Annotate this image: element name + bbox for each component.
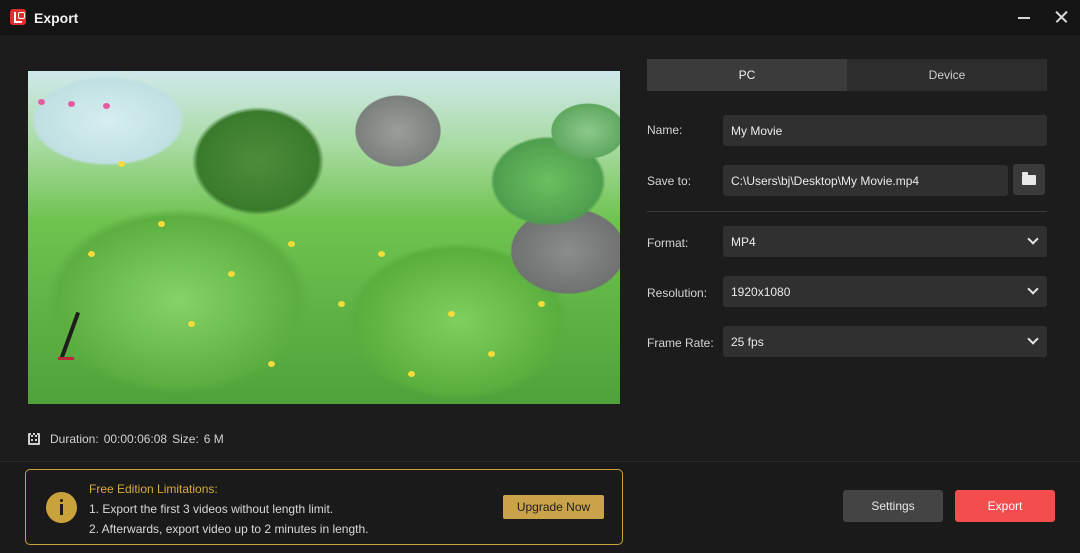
resolution-value: 1920x1080 <box>731 284 791 299</box>
flower <box>88 251 95 257</box>
frame-rate-select[interactable]: 25 fps <box>723 326 1047 357</box>
name-field[interactable]: My Movie <box>723 115 1047 146</box>
flower <box>188 321 195 327</box>
flower <box>408 371 415 377</box>
notice-line-1: 1. Export the first 3 videos without len… <box>89 502 334 516</box>
flower <box>158 221 165 227</box>
chevron-down-icon <box>1027 233 1039 245</box>
frame-rate-label: Frame Rate: <box>647 336 714 350</box>
flower <box>288 241 295 247</box>
free-edition-notice: Free Edition Limitations: 1. Export the … <box>25 469 623 545</box>
format-label: Format: <box>647 236 689 250</box>
duration-label: Duration: <box>50 432 99 446</box>
export-target-tabs: PC Device <box>647 59 1047 91</box>
chevron-down-icon <box>1027 333 1039 345</box>
flower <box>448 311 455 317</box>
export-button[interactable]: Export <box>955 490 1055 522</box>
window-title: Export <box>34 10 79 26</box>
flower <box>228 271 235 277</box>
resolution-select[interactable]: 1920x1080 <box>723 276 1047 307</box>
frame-rate-value: 25 fps <box>731 334 764 349</box>
minimize-button[interactable] <box>1012 6 1036 28</box>
format-value: MP4 <box>731 234 756 249</box>
duration-value: 00:00:06:08 <box>103 432 168 446</box>
flower <box>488 351 495 357</box>
title-bar: Export <box>0 0 1080 35</box>
flower <box>103 103 110 109</box>
settings-button[interactable]: Settings <box>843 490 943 522</box>
flower <box>68 101 75 107</box>
chevron-down-icon <box>1027 283 1039 295</box>
divider <box>647 211 1047 212</box>
stake <box>59 311 81 359</box>
save-to-label: Save to: <box>647 174 692 188</box>
save-path-field[interactable]: C:\Users\bj\Desktop\My Movie.mp4 <box>723 165 1008 196</box>
film-icon <box>28 433 40 445</box>
flower <box>268 361 275 367</box>
stake-tip <box>58 357 74 360</box>
notice-line-2: 2. Afterwards, export video up to 2 minu… <box>89 522 369 536</box>
size-label: Size: <box>172 432 199 446</box>
browse-folder-button[interactable] <box>1013 164 1045 195</box>
app-logo-icon <box>10 9 26 25</box>
notice-title: Free Edition Limitations: <box>89 482 218 496</box>
folder-icon <box>1022 172 1036 185</box>
upgrade-now-button[interactable]: Upgrade Now <box>503 495 604 519</box>
flower <box>378 251 385 257</box>
export-main-area: Duration: 00:00:06:08 Size: 6 M PC Devic… <box>0 36 1080 460</box>
video-preview <box>28 71 620 404</box>
flower <box>38 99 45 105</box>
tab-device[interactable]: Device <box>847 59 1047 91</box>
resolution-label: Resolution: <box>647 286 708 300</box>
name-label: Name: <box>647 123 683 137</box>
flower <box>538 301 545 307</box>
video-info: Duration: 00:00:06:08 Size: 6 M <box>28 431 229 447</box>
close-button[interactable] <box>1049 6 1073 28</box>
size-value: 6 M <box>203 432 224 446</box>
flower <box>338 301 345 307</box>
tab-pc[interactable]: PC <box>647 59 847 91</box>
bottom-bar: Free Edition Limitations: 1. Export the … <box>0 461 1080 553</box>
flower <box>118 161 125 167</box>
info-icon <box>46 492 77 523</box>
format-select[interactable]: MP4 <box>723 226 1047 257</box>
